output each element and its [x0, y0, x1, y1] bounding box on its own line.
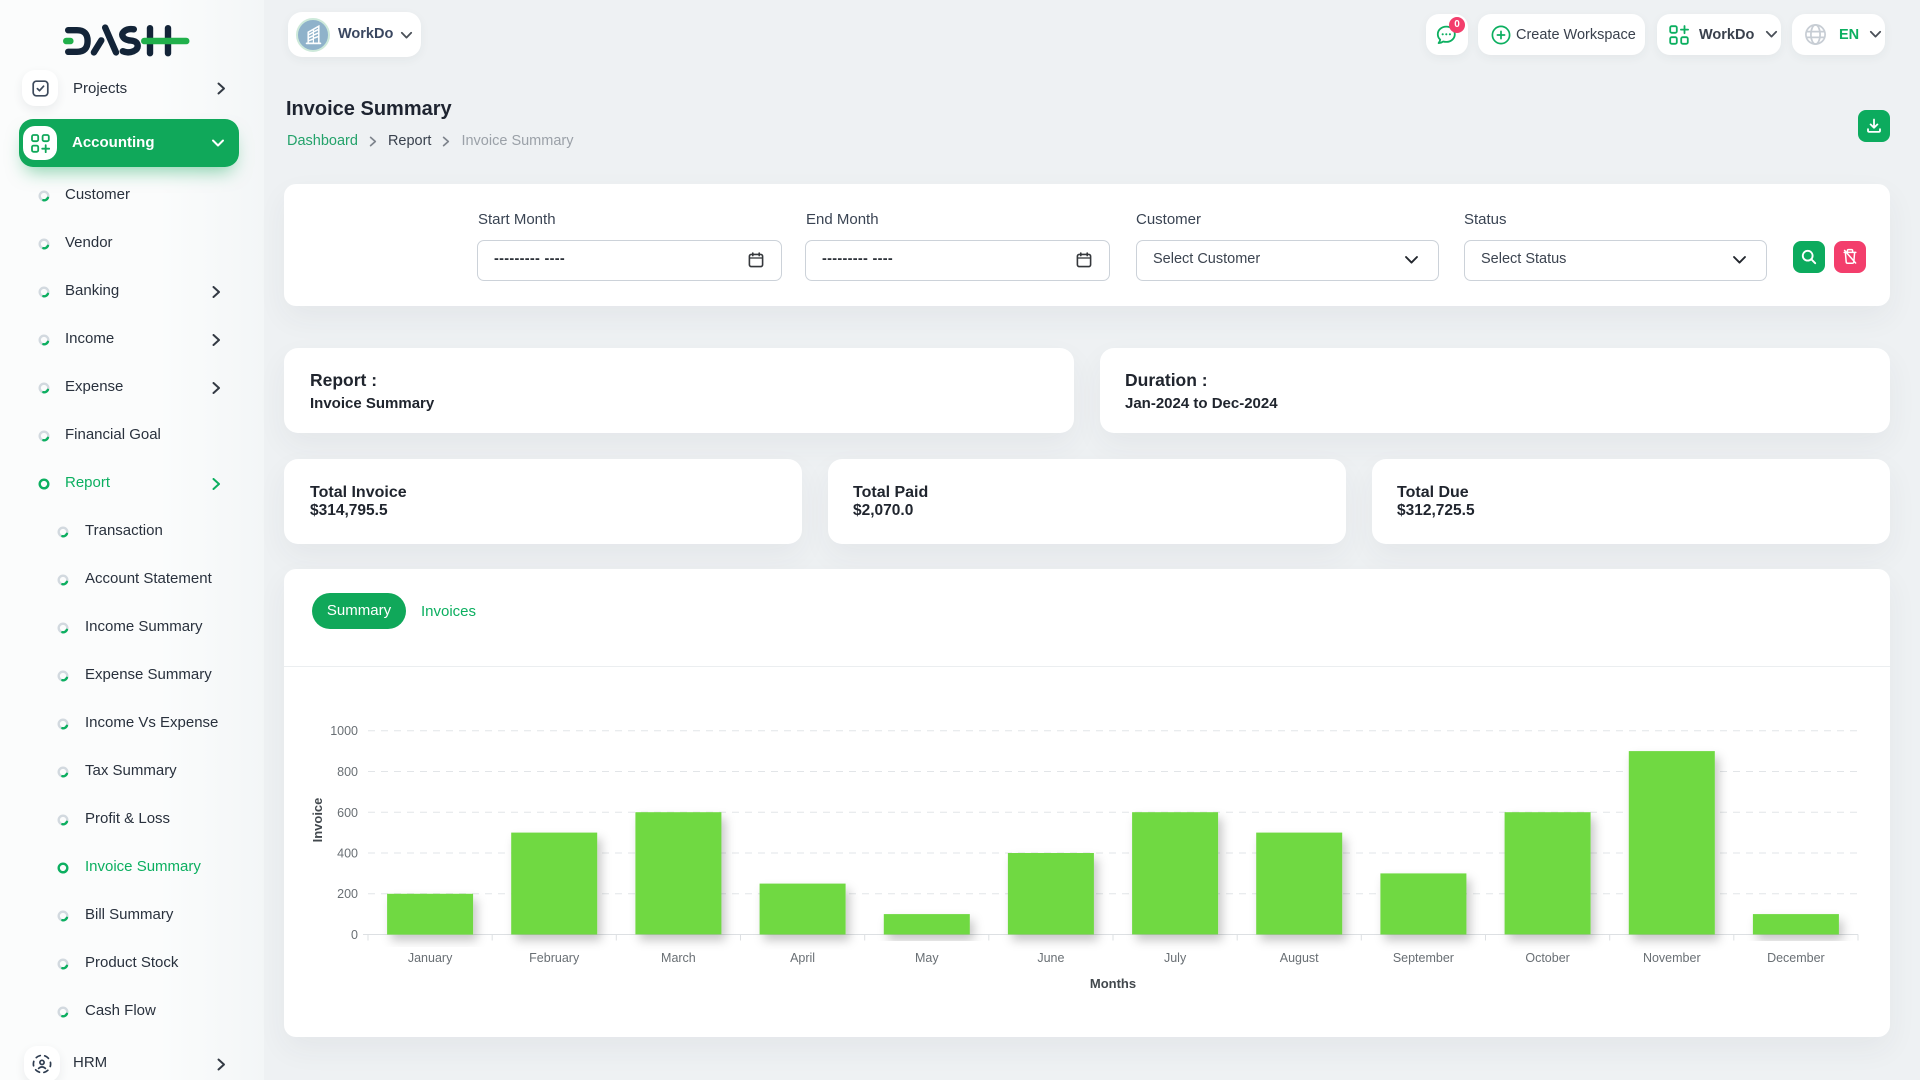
svg-text:Months: Months	[1090, 976, 1136, 991]
svg-text:February: February	[529, 951, 580, 965]
svg-text:400: 400	[337, 847, 358, 861]
svg-text:September: September	[1393, 951, 1454, 965]
svg-text:June: June	[1037, 951, 1064, 965]
svg-text:December: December	[1767, 951, 1825, 965]
svg-text:0: 0	[351, 928, 358, 942]
svg-text:January: January	[408, 951, 453, 965]
svg-text:July: July	[1164, 951, 1187, 965]
svg-text:Invoice: Invoice	[310, 798, 325, 843]
svg-text:August: August	[1280, 951, 1319, 965]
svg-text:March: March	[661, 951, 696, 965]
svg-text:April: April	[790, 951, 815, 965]
svg-text:200: 200	[337, 887, 358, 901]
svg-text:800: 800	[337, 765, 358, 779]
svg-text:1000: 1000	[330, 724, 358, 738]
svg-text:October: October	[1525, 951, 1569, 965]
svg-text:600: 600	[337, 806, 358, 820]
svg-text:May: May	[915, 951, 939, 965]
svg-text:November: November	[1643, 951, 1701, 965]
